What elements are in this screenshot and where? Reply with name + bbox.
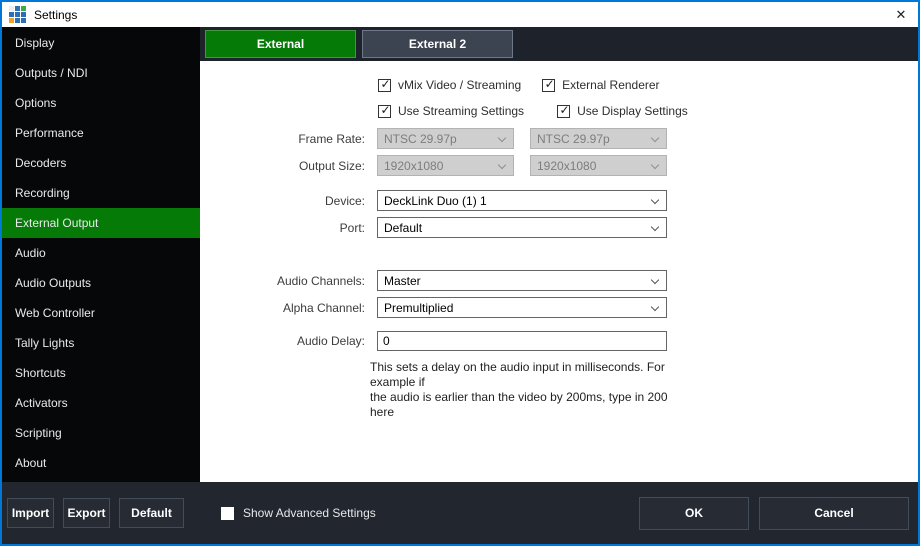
- port-select[interactable]: Default: [377, 217, 667, 238]
- alpha-channel-label: Alpha Channel:: [200, 301, 365, 315]
- sidebar-item-external-output[interactable]: External Output: [2, 208, 200, 238]
- import-button[interactable]: Import: [7, 498, 54, 528]
- cancel-button[interactable]: Cancel: [759, 497, 909, 530]
- external-renderer-checkbox[interactable]: ✓: [542, 79, 555, 92]
- chevron-down-icon: [651, 223, 659, 231]
- vmix-logo-icon: [9, 6, 26, 23]
- frame-rate-label: Frame Rate:: [200, 132, 365, 146]
- output-size-label: Output Size:: [200, 159, 365, 173]
- chevron-down-icon: [498, 134, 506, 142]
- footer-bar: Import Export Default Show Advanced Sett…: [2, 482, 918, 544]
- audio-delay-input[interactable]: [377, 331, 667, 351]
- sidebar-item-display[interactable]: Display: [2, 28, 200, 58]
- sidebar-item-outputs-ndi[interactable]: Outputs / NDI: [2, 58, 200, 88]
- titlebar: Settings ✕: [2, 2, 918, 27]
- tab-external-2[interactable]: External 2: [362, 30, 513, 58]
- use-display-settings-checkbox[interactable]: ✓: [557, 105, 570, 118]
- sidebar-item-about[interactable]: About: [2, 448, 200, 478]
- tab-external[interactable]: External: [205, 30, 356, 58]
- check-icon: ✓: [558, 103, 571, 118]
- check-icon: ✓: [379, 103, 392, 118]
- chevron-down-icon: [651, 161, 659, 169]
- frame-rate-select-2: NTSC 29.97p: [530, 128, 667, 149]
- settings-window: Settings ✕ Display Outputs / NDI Options…: [0, 0, 920, 546]
- chevron-down-icon: [651, 276, 659, 284]
- device-select[interactable]: DeckLink Duo (1) 1: [377, 190, 667, 211]
- alpha-channel-select[interactable]: Premultiplied: [377, 297, 667, 318]
- sidebar-item-activators[interactable]: Activators: [2, 388, 200, 418]
- settings-sidebar: Display Outputs / NDI Options Performanc…: [2, 27, 200, 482]
- audio-channels-label: Audio Channels:: [200, 274, 365, 288]
- device-label: Device:: [200, 194, 365, 208]
- use-display-settings-label: Use Display Settings: [577, 104, 688, 118]
- output-size-select-1: 1920x1080: [377, 155, 514, 176]
- sidebar-item-recording[interactable]: Recording: [2, 178, 200, 208]
- frame-rate-select-1: NTSC 29.97p: [377, 128, 514, 149]
- default-button[interactable]: Default: [119, 498, 184, 528]
- sidebar-item-audio-outputs[interactable]: Audio Outputs: [2, 268, 200, 298]
- window-title: Settings: [34, 8, 77, 22]
- chevron-down-icon: [651, 196, 659, 204]
- check-icon: ✓: [543, 77, 556, 92]
- chevron-down-icon: [651, 134, 659, 142]
- audio-channels-select[interactable]: Master: [377, 270, 667, 291]
- use-streaming-settings-label: Use Streaming Settings: [398, 104, 524, 118]
- audio-delay-label: Audio Delay:: [200, 334, 365, 348]
- sidebar-item-decoders[interactable]: Decoders: [2, 148, 200, 178]
- use-streaming-settings-checkbox[interactable]: ✓: [378, 105, 391, 118]
- show-advanced-settings-label: Show Advanced Settings: [243, 506, 376, 520]
- vmix-video-streaming-checkbox[interactable]: ✓: [378, 79, 391, 92]
- external-renderer-label: External Renderer: [562, 78, 659, 92]
- chevron-down-icon: [651, 303, 659, 311]
- sidebar-item-audio[interactable]: Audio: [2, 238, 200, 268]
- sidebar-item-scripting[interactable]: Scripting: [2, 418, 200, 448]
- chevron-down-icon: [498, 161, 506, 169]
- audio-delay-help-text: This sets a delay on the audio input in …: [370, 360, 690, 420]
- sidebar-item-web-controller[interactable]: Web Controller: [2, 298, 200, 328]
- vmix-video-streaming-label: vMix Video / Streaming: [398, 78, 521, 92]
- ok-button[interactable]: OK: [639, 497, 749, 530]
- sidebar-item-options[interactable]: Options: [2, 88, 200, 118]
- sidebar-item-shortcuts[interactable]: Shortcuts: [2, 358, 200, 388]
- port-label: Port:: [200, 221, 365, 235]
- close-icon[interactable]: ✕: [884, 2, 918, 27]
- output-size-select-2: 1920x1080: [530, 155, 667, 176]
- export-button[interactable]: Export: [63, 498, 110, 528]
- check-icon: ✓: [379, 77, 392, 92]
- external-output-panel: ✓ vMix Video / Streaming ✓ External Rend…: [200, 61, 918, 482]
- sidebar-item-tally-lights[interactable]: Tally Lights: [2, 328, 200, 358]
- sidebar-item-performance[interactable]: Performance: [2, 118, 200, 148]
- show-advanced-settings-checkbox[interactable]: [221, 507, 234, 520]
- external-tabs: External External 2: [200, 27, 918, 61]
